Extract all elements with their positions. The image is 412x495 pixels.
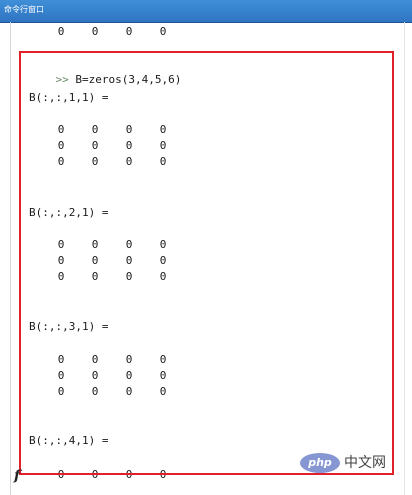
matrix-cell: 0 bbox=[159, 238, 167, 251]
matrix-cell: 0 bbox=[57, 270, 65, 283]
matrix-cell: 0 bbox=[91, 25, 99, 38]
matrix-cell: 0 bbox=[57, 155, 65, 168]
matrix-cell: 0 bbox=[91, 270, 99, 283]
matrix-cell: 0 bbox=[125, 123, 133, 136]
matrix-cell: 0 bbox=[159, 270, 167, 283]
matrix-cell: 0 bbox=[57, 468, 65, 481]
matrix-cell: 0 bbox=[91, 468, 99, 481]
matrix-cell: 0 bbox=[125, 353, 133, 366]
matrix-cell: 0 bbox=[91, 155, 99, 168]
matrix-cell: 0 bbox=[159, 369, 167, 382]
command-window: 命令行窗口 0 0 0 0 >> B=zeros(3,4,5,6) B(:,:,… bbox=[0, 0, 412, 495]
matrix-cell: 0 bbox=[125, 369, 133, 382]
matrix-cell: 0 bbox=[91, 353, 99, 366]
matrix-cell: 0 bbox=[159, 155, 167, 168]
watermark: php 中文网 bbox=[300, 452, 386, 474]
command-window-titlebar[interactable]: 命令行窗口 bbox=[0, 0, 412, 23]
matrix-cell: 0 bbox=[159, 254, 167, 267]
left-divider bbox=[10, 22, 11, 495]
page-label: B(:,:,4,1) = bbox=[29, 434, 109, 447]
page-label: B(:,:,3,1) = bbox=[29, 320, 109, 333]
php-logo: php bbox=[300, 453, 340, 473]
matrix-cell: 0 bbox=[57, 353, 65, 366]
matrix-cell: 0 bbox=[159, 353, 167, 366]
matrix-cell: 0 bbox=[91, 369, 99, 382]
matrix-cell: 0 bbox=[159, 25, 167, 38]
matrix-cell: 0 bbox=[159, 468, 167, 481]
matrix-cell: 0 bbox=[57, 385, 65, 398]
matrix-cell: 0 bbox=[159, 123, 167, 136]
matrix-cell: 0 bbox=[125, 25, 133, 38]
window-title: 命令行窗口 bbox=[4, 5, 44, 14]
matrix-cell: 0 bbox=[159, 385, 167, 398]
command-prompt: >> bbox=[55, 73, 69, 86]
partial-function-glyph: f bbox=[14, 468, 21, 484]
matrix-cell: 0 bbox=[125, 254, 133, 267]
matrix-cell: 0 bbox=[159, 139, 167, 152]
matrix-cell: 0 bbox=[57, 139, 65, 152]
matrix-cell: 0 bbox=[91, 385, 99, 398]
right-divider bbox=[404, 22, 405, 495]
page-label: B(:,:,1,1) = bbox=[29, 91, 109, 104]
matrix-cell: 0 bbox=[125, 385, 133, 398]
matrix-cell: 0 bbox=[91, 254, 99, 267]
matrix-cell: 0 bbox=[57, 238, 65, 251]
matrix-cell: 0 bbox=[57, 369, 65, 382]
matrix-cell: 0 bbox=[57, 254, 65, 267]
matrix-cell: 0 bbox=[91, 238, 99, 251]
matrix-cell: 0 bbox=[125, 155, 133, 168]
matrix-cell: 0 bbox=[57, 123, 65, 136]
matrix-cell: 0 bbox=[125, 468, 133, 481]
matrix-cell: 0 bbox=[57, 25, 65, 38]
watermark-text: 中文网 bbox=[344, 455, 386, 471]
page-label: B(:,:,2,1) = bbox=[29, 206, 109, 219]
matrix-cell: 0 bbox=[91, 139, 99, 152]
highlight-annotation-box bbox=[19, 51, 394, 475]
matrix-cell: 0 bbox=[125, 238, 133, 251]
matrix-cell: 0 bbox=[125, 139, 133, 152]
matrix-cell: 0 bbox=[91, 123, 99, 136]
matrix-cell: 0 bbox=[125, 270, 133, 283]
command-text: B=zeros(3,4,5,6) bbox=[75, 73, 182, 86]
